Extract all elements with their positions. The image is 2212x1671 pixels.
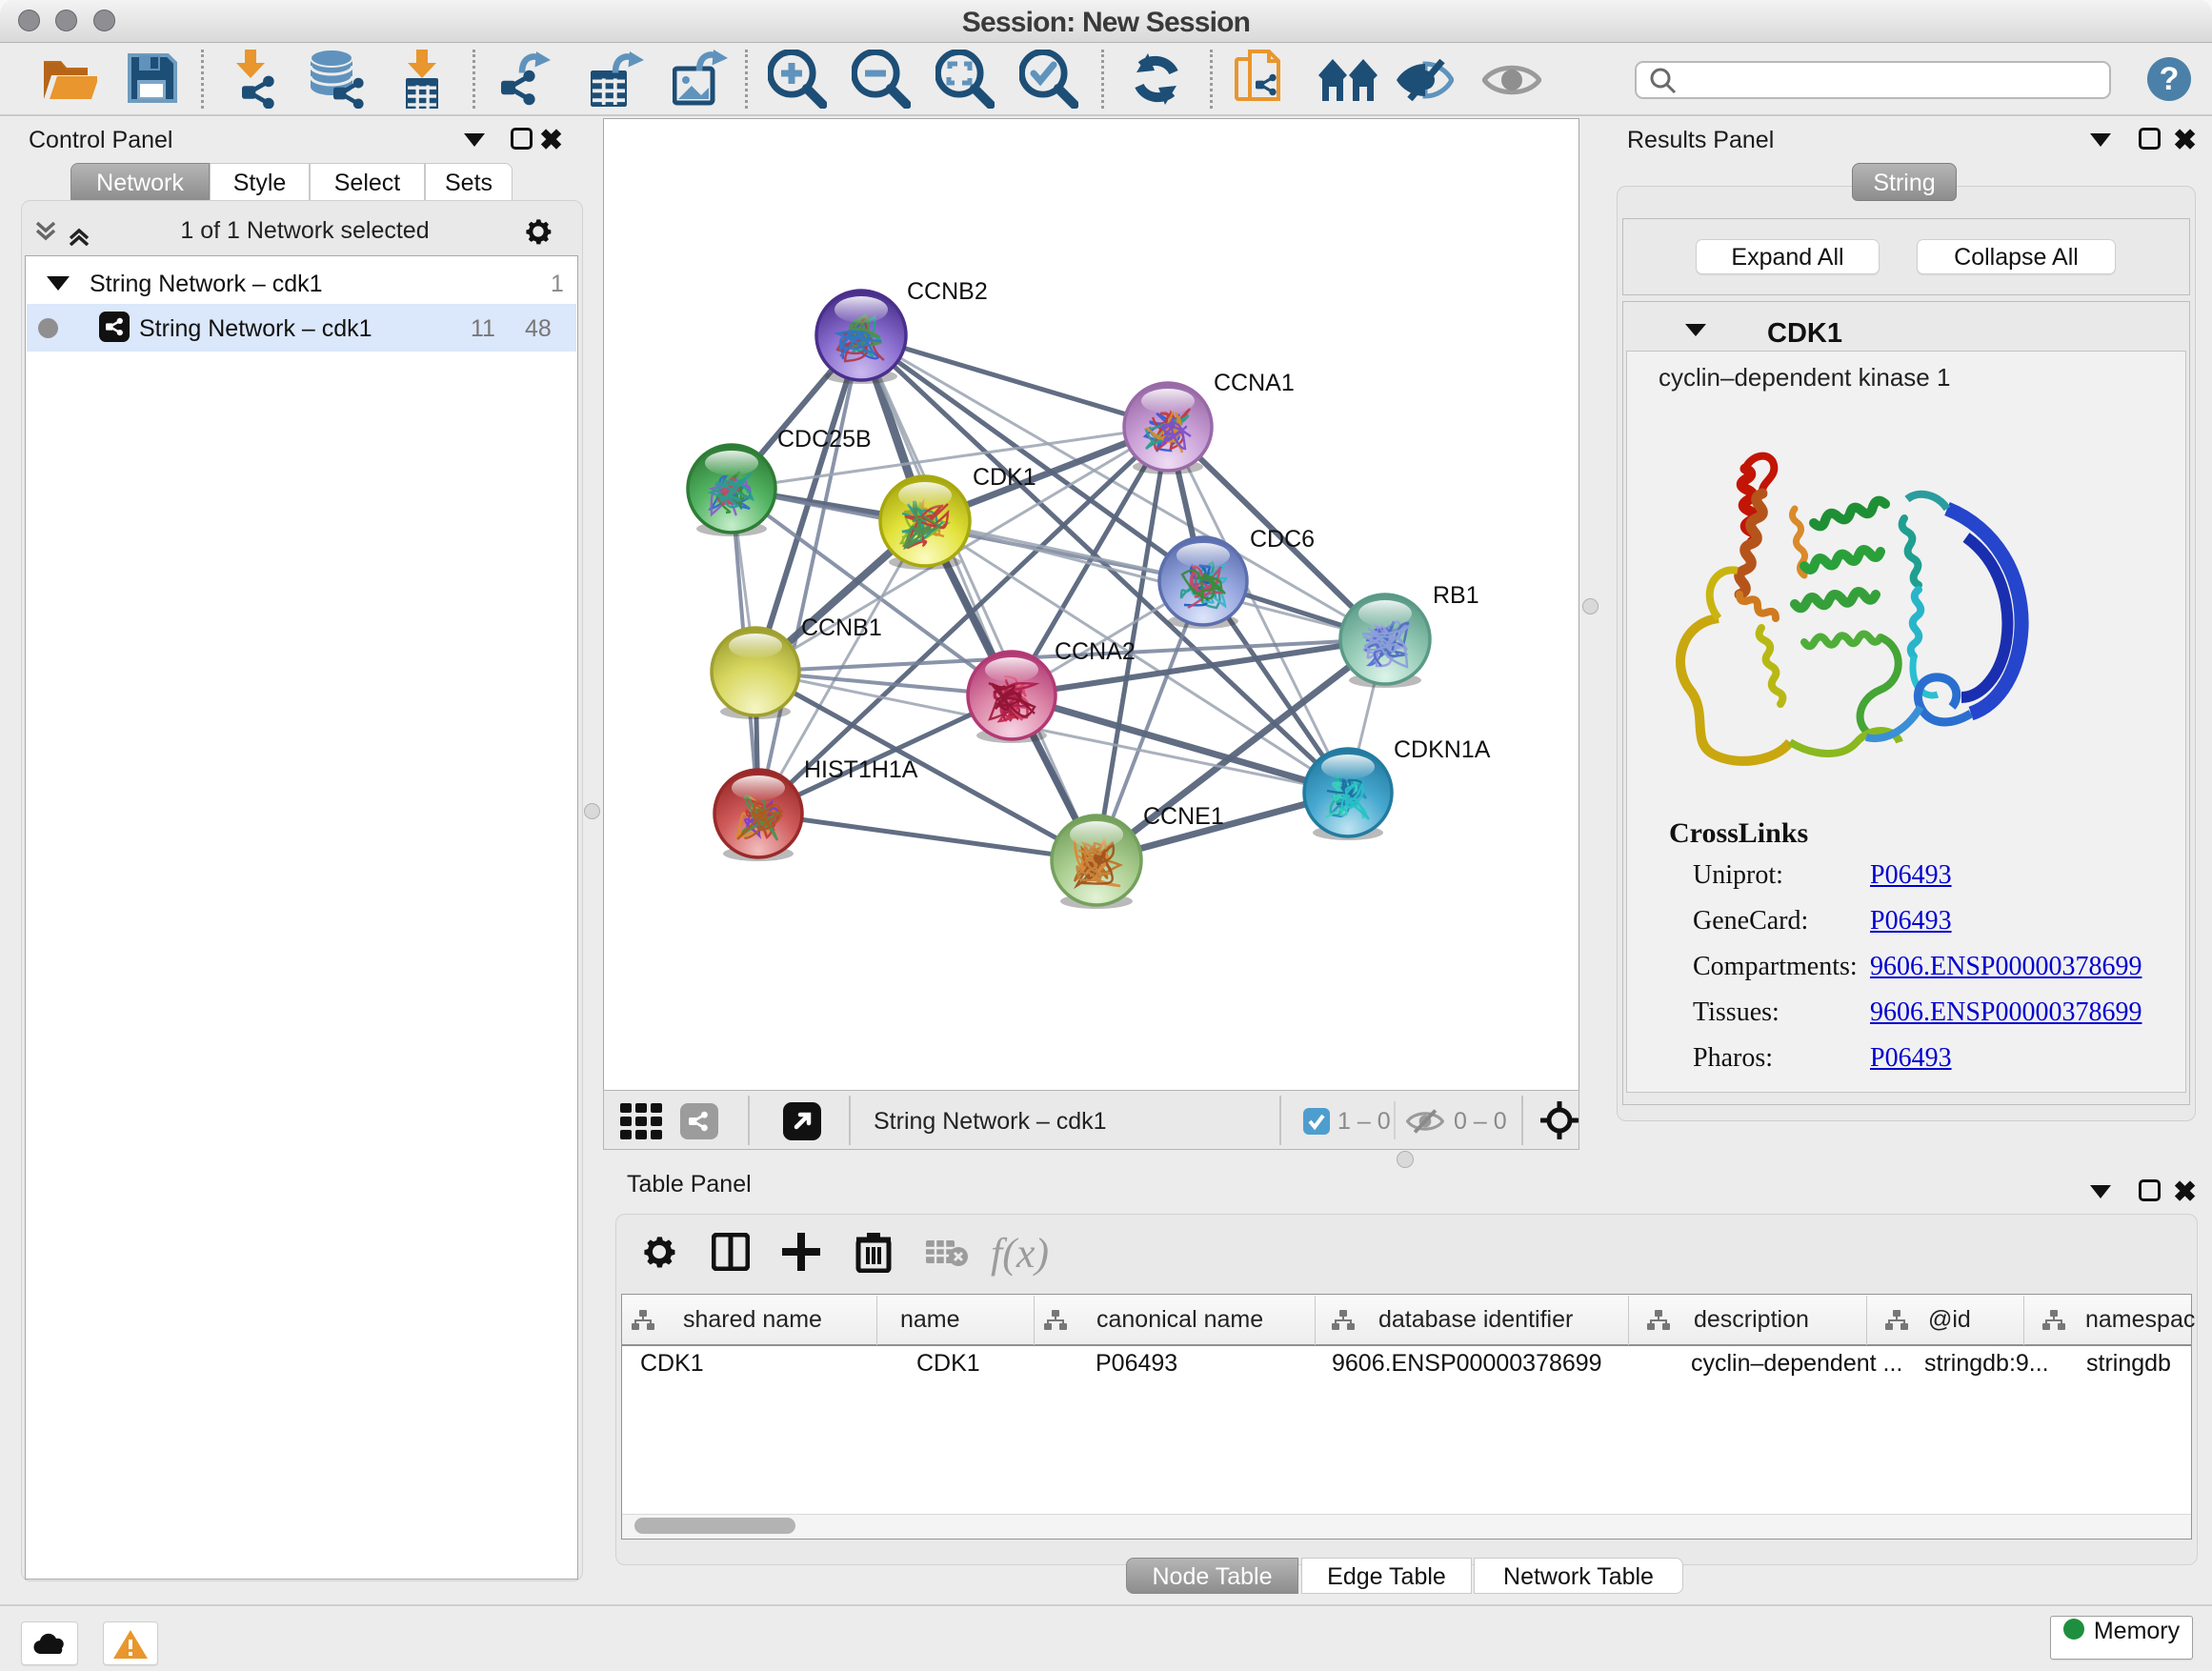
svg-text:CDKN1A: CDKN1A	[1394, 736, 1491, 763]
svg-text:CCNA1: CCNA1	[1214, 370, 1295, 396]
svg-text:CDK1: CDK1	[973, 464, 1036, 491]
svg-text:CCNE1: CCNE1	[1143, 803, 1224, 830]
svg-text:CCNB2: CCNB2	[907, 278, 988, 305]
svg-text:CCNB1: CCNB1	[801, 614, 882, 641]
svg-text:CCNA2: CCNA2	[1055, 638, 1136, 665]
svg-text:HIST1H1A: HIST1H1A	[804, 756, 918, 783]
svg-text:CDC25B: CDC25B	[777, 426, 872, 453]
svg-text:RB1: RB1	[1433, 582, 1479, 609]
svg-text:CDC6: CDC6	[1250, 526, 1315, 553]
